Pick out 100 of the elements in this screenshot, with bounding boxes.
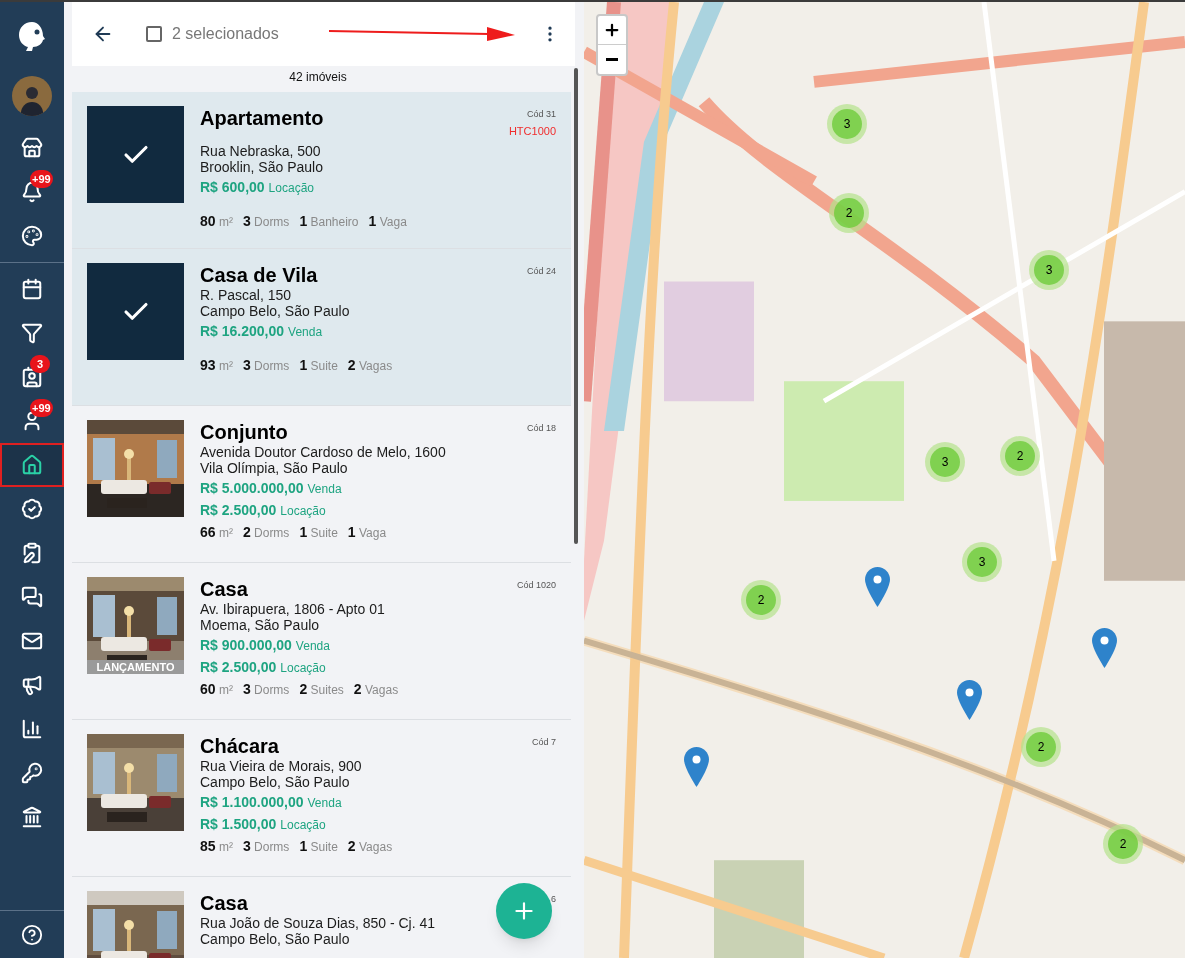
- property-stat: 3 Dorms: [242, 356, 290, 375]
- bell-icon: [21, 181, 43, 203]
- notification-badge: 3: [30, 355, 50, 373]
- price: R$ 600,00: [200, 179, 265, 195]
- location-pin-icon[interactable]: [684, 747, 709, 787]
- avatar[interactable]: [12, 76, 52, 116]
- nav-item[interactable]: +99: [0, 399, 64, 443]
- palette-icon: [21, 225, 43, 247]
- location-pin-icon[interactable]: [957, 680, 982, 720]
- property-stat: 2 Vagas: [347, 837, 393, 856]
- address-line: Moema, São Paulo: [200, 617, 321, 633]
- deal-type: Venda: [307, 796, 342, 810]
- address-line: Av. Ibirapuera, 1806 - Apto 01: [200, 601, 386, 617]
- select-all-checkbox[interactable]: [146, 26, 162, 42]
- property-stat: 85 m²: [200, 837, 233, 856]
- address-line: Avenida Doutor Cardoso de Melo, 1600: [200, 444, 447, 460]
- logo-icon: [16, 20, 48, 52]
- contact-card-icon: [21, 366, 43, 388]
- store-icon: [21, 137, 43, 159]
- nav-item[interactable]: 3: [0, 355, 64, 399]
- deal-type: Venda: [295, 639, 330, 653]
- listing-code: Cód 7: [531, 736, 556, 749]
- property-stat: 1 Suite: [299, 356, 338, 375]
- listing-title: Apartamento: [200, 106, 324, 130]
- address-line: Campo Belo, São Paulo: [200, 931, 351, 947]
- property-stat: 3 Dorms: [242, 680, 290, 699]
- address-line: Brooklin, São Paulo: [200, 159, 324, 175]
- address-line: Rua Nebraska, 500: [200, 143, 322, 159]
- price: R$ 5.000.000,00: [200, 480, 304, 496]
- selected-thumbnail[interactable]: [87, 263, 184, 360]
- property-stat: 1 Vaga: [368, 212, 407, 231]
- selection-count: 2 selecionados: [172, 24, 279, 44]
- address-line: Vila Olímpia, São Paulo: [200, 460, 349, 476]
- selected-thumbnail[interactable]: [87, 106, 184, 203]
- property-stat: 1 Vaga: [347, 523, 387, 542]
- price: R$ 2.500,00: [200, 502, 277, 518]
- property-stat: 1 Suite: [299, 837, 338, 856]
- property-stat: 2 Dorms: [242, 523, 290, 542]
- home-icon: [21, 454, 43, 476]
- address-line: R. Pascal, 150: [200, 287, 293, 303]
- listing-code: 6: [551, 893, 556, 906]
- nav-item[interactable]: +99: [0, 170, 64, 214]
- price: R$ 900.000,00: [200, 637, 292, 653]
- megaphone-icon: [21, 674, 43, 696]
- property-stat: 1 Suite: [299, 523, 338, 542]
- plus-icon: [603, 21, 621, 39]
- listing-code: Cód 1020: [516, 579, 556, 592]
- price: R$ 16.200,00: [200, 323, 285, 339]
- notification-badge: +99: [30, 399, 53, 417]
- address-line: Campo Belo, São Paulo: [200, 303, 351, 319]
- property-stat: 1 Banheiro: [299, 212, 359, 231]
- property-stat: 3 Dorms: [242, 837, 290, 856]
- reference-code: HTC1000: [508, 123, 556, 139]
- listing-title: Casa: [200, 891, 248, 915]
- badge-check-icon: [21, 498, 43, 520]
- deal-type: Locação: [280, 504, 326, 518]
- bar-chart-icon: [21, 718, 43, 740]
- listing-card[interactable]: Casa de Vila Cód 24 R. Pascal, 150 Campo Belo, São Paulo R$ 16.200,00 Venda 93 m² 3 Dorms 1 Suite 2 Vagas: [72, 249, 571, 406]
- location-pin-icon[interactable]: [865, 567, 890, 607]
- price: R$ 1.500,00: [200, 816, 277, 832]
- location-pin-icon[interactable]: [1092, 628, 1117, 668]
- property-stat: 60 m²: [200, 680, 233, 699]
- bank-icon: [21, 806, 43, 828]
- property-stat: 66 m²: [200, 523, 233, 542]
- address-line: Rua João de Souza Dias, 850 - Cj. 41: [200, 915, 437, 931]
- deal-type: Locação: [280, 661, 326, 675]
- nav-item[interactable]: [0, 443, 64, 487]
- property-stat: 2 Suites: [299, 680, 344, 699]
- chat-icon: [21, 586, 43, 608]
- map[interactable]: 3 2 3 3 2 3 2 2 2: [584, 2, 1185, 958]
- listing-title: Casa: [200, 577, 248, 601]
- listing-card[interactable]: Apartamento Cód 31 HTC1000 Rua Nebraska, 500 Brooklin, São Paulo R$ 600,00 Locação 80 m² 3 Dorms 1 Banheiro 1 Vaga: [72, 92, 571, 249]
- price: R$ 2.500,00: [200, 659, 277, 675]
- minus-icon: [606, 58, 618, 61]
- address-line: Rua Vieira de Morais, 900: [200, 758, 363, 774]
- clipboard-icon: [21, 542, 43, 564]
- listing-title: Conjunto: [200, 420, 288, 444]
- calendar-icon: [21, 278, 43, 300]
- key-icon: [21, 762, 43, 784]
- listing-code: Cód 24: [526, 265, 556, 278]
- property-stat: 3 Dorms: [242, 212, 290, 231]
- address-line: Campo Belo, São Paulo: [200, 774, 351, 790]
- deal-type: Venda: [288, 325, 323, 339]
- deal-type: Locação: [268, 181, 314, 195]
- mail-icon: [21, 630, 43, 652]
- property-stat: 93 m²: [200, 356, 233, 375]
- listing-title: Casa de Vila: [200, 263, 318, 287]
- listing-code: Cód 31: [526, 108, 556, 121]
- listing-title: Chácara: [200, 734, 279, 758]
- filter-icon: [21, 322, 43, 344]
- property-stat: 2 Vagas: [353, 680, 399, 699]
- launch-label: LANÇAMENTO: [87, 660, 184, 674]
- help-icon[interactable]: [21, 923, 43, 946]
- price: R$ 1.100.000,00: [200, 794, 304, 810]
- deal-type: Venda: [307, 482, 342, 496]
- property-stat: 2 Vagas: [347, 356, 393, 375]
- result-count: 42 imóveis: [288, 69, 348, 86]
- deal-type: Locação: [280, 818, 326, 832]
- listing-code: Cód 18: [526, 422, 556, 435]
- notification-badge: +99: [30, 170, 53, 188]
